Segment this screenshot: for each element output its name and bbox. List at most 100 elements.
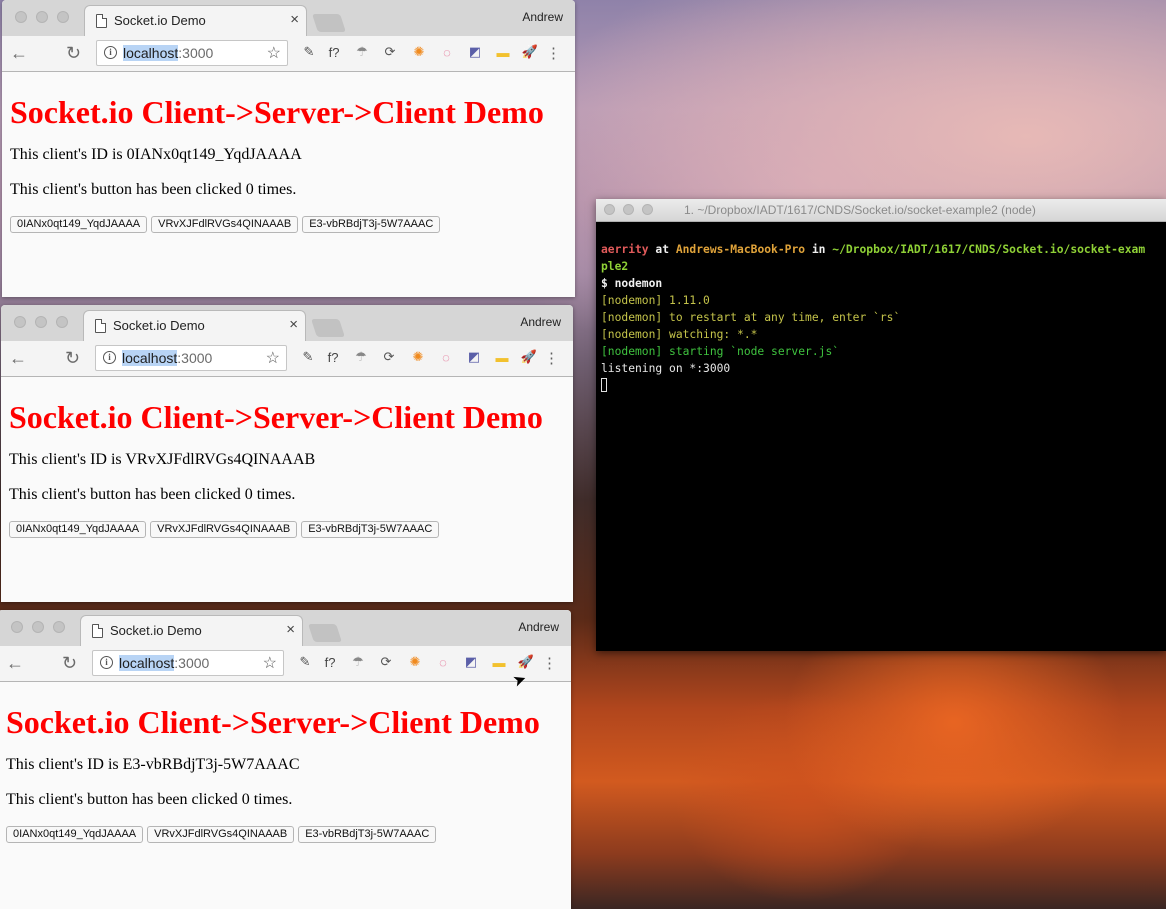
eyedropper-icon[interactable]: ✎ [297, 654, 313, 670]
client-button-2[interactable]: VRvXJFdlRVGs4QINAAAB [150, 521, 298, 538]
client-button-3[interactable]: E3-vbRBdjT3j-5W7AAAC [301, 521, 440, 538]
maximize-window-button[interactable] [53, 621, 65, 633]
bookmark-star-icon[interactable]: ☆ [263, 653, 277, 673]
browser-tab[interactable]: Socket.io Demo × [80, 615, 303, 646]
profile-name[interactable]: Andrew [522, 10, 563, 24]
click-count-text: This client's button has been clicked 0 … [6, 791, 293, 808]
page-heading: Socket.io Client->Server->Client Demo [9, 399, 543, 435]
reload-icon[interactable]: ↻ [66, 42, 81, 64]
orange-circle-icon[interactable]: ✺ [410, 349, 426, 365]
sync-icon[interactable]: ⟳ [382, 44, 398, 60]
reload-icon[interactable]: ↻ [65, 347, 80, 369]
reeder-icon[interactable]: ☂ [353, 349, 369, 365]
nodemon-restart-line: [nodemon] to restart at any time, enter … [601, 311, 901, 324]
client-button-3[interactable]: E3-vbRBdjT3j-5W7AAAC [298, 826, 437, 843]
reeder-icon[interactable]: ☂ [354, 44, 370, 60]
orange-circle-icon[interactable]: ✺ [407, 654, 423, 670]
bookmark-star-icon[interactable]: ☆ [266, 348, 280, 368]
browser-tab[interactable]: Socket.io Demo × [83, 310, 306, 341]
menu-icon[interactable]: ⋮ [542, 654, 557, 672]
close-window-button[interactable] [11, 621, 23, 633]
sync-icon[interactable]: ⟳ [381, 349, 397, 365]
diagonal-icon[interactable]: ◩ [467, 44, 483, 60]
client-button-1[interactable]: 0IANx0qt149_YqdJAAAA [9, 521, 147, 538]
new-tab-button[interactable] [312, 14, 346, 32]
tab-close-icon[interactable]: × [289, 316, 298, 333]
terminal-close-button[interactable] [604, 204, 615, 215]
sync-icon[interactable]: ⟳ [378, 654, 394, 670]
rocket-icon[interactable]: 🚀 [521, 349, 537, 365]
bookmark-star-icon[interactable]: ☆ [267, 43, 281, 63]
color-wheel-icon[interactable]: ◌ [439, 44, 455, 60]
client-id-text: This client's ID is VRvXJFdlRVGs4QINAAAB [9, 451, 573, 469]
profile-name[interactable]: Andrew [518, 620, 559, 634]
orange-circle-icon[interactable]: ✺ [411, 44, 427, 60]
client-button-row: 0IANx0qt149_YqdJAAAA VRvXJFdlRVGs4QINAAA… [9, 521, 573, 538]
back-icon[interactable]: ← [10, 42, 28, 64]
client-button-1[interactable]: 0IANx0qt149_YqdJAAAA [6, 826, 144, 843]
diagonal-icon[interactable]: ◩ [466, 349, 482, 365]
maximize-window-button[interactable] [56, 316, 68, 328]
prompt-path-wrap: ple2 [601, 260, 629, 273]
address-bar[interactable]: i localhost:3000 ☆ [92, 650, 284, 676]
minimize-window-button[interactable] [32, 621, 44, 633]
menu-icon[interactable]: ⋮ [544, 349, 559, 367]
diagonal-icon[interactable]: ◩ [463, 654, 479, 670]
page-heading: Socket.io Client->Server->Client Demo [10, 94, 544, 130]
url-text[interactable]: localhost:3000 [119, 655, 209, 671]
browser-tab[interactable]: Socket.io Demo × [84, 5, 307, 36]
url-port: :3000 [177, 350, 213, 366]
function-icon[interactable]: f? [326, 44, 342, 60]
url-text[interactable]: localhost:3000 [122, 350, 212, 366]
minimize-window-button[interactable] [35, 316, 47, 328]
address-bar[interactable]: i localhost:3000 ☆ [95, 345, 287, 371]
info-icon[interactable]: i [100, 656, 113, 669]
rocket-icon[interactable]: 🚀 [518, 654, 534, 670]
url-host: localhost [122, 350, 178, 366]
new-tab-button[interactable] [308, 624, 342, 642]
close-window-button[interactable] [15, 11, 27, 23]
color-wheel-icon[interactable]: ◌ [435, 654, 451, 670]
menu-icon[interactable]: ⋮ [546, 44, 561, 62]
page-heading: Socket.io Client->Server->Client Demo [6, 704, 540, 740]
tab-close-icon[interactable]: × [290, 11, 299, 28]
terminal-window[interactable]: 1. ~/Dropbox/IADT/1617/CNDS/Socket.io/so… [596, 199, 1166, 651]
client-button-row: 0IANx0qt149_YqdJAAAA VRvXJFdlRVGs4QINAAA… [10, 216, 575, 233]
eyedropper-icon[interactable]: ✎ [301, 44, 317, 60]
new-tab-button[interactable] [311, 319, 345, 337]
minimize-window-button[interactable] [36, 11, 48, 23]
reload-icon[interactable]: ↻ [62, 652, 77, 674]
client-button-2[interactable]: VRvXJFdlRVGs4QINAAAB [147, 826, 295, 843]
eyedropper-icon[interactable]: ✎ [300, 349, 316, 365]
tab-close-icon[interactable]: × [286, 621, 295, 638]
page-icon [96, 14, 107, 28]
profile-name[interactable]: Andrew [520, 315, 561, 329]
info-icon[interactable]: i [103, 351, 116, 364]
url-text[interactable]: localhost:3000 [123, 45, 213, 61]
window-controls [11, 621, 65, 633]
client-button-3[interactable]: E3-vbRBdjT3j-5W7AAAC [302, 216, 441, 233]
terminal-minimize-button[interactable] [623, 204, 634, 215]
yellow-box-icon[interactable]: ▬ [494, 349, 510, 365]
address-bar[interactable]: i localhost:3000 ☆ [96, 40, 288, 66]
maximize-window-button[interactable] [57, 11, 69, 23]
yellow-box-icon[interactable]: ▬ [495, 44, 511, 60]
terminal-maximize-button[interactable] [642, 204, 653, 215]
tab-title: Socket.io Demo [114, 13, 206, 28]
browser-toolbar: ← ↻ i localhost:3000 ☆ ✎ f? ☂ ⟳ ✺ ◌ ◩ ▬ 🚀 ⋮ [0, 646, 571, 682]
close-window-button[interactable] [14, 316, 26, 328]
function-icon[interactable]: f? [325, 349, 341, 365]
color-wheel-icon[interactable]: ◌ [438, 349, 454, 365]
nodemon-watching-line: [nodemon] watching: *.* [601, 328, 758, 341]
client-button-2[interactable]: VRvXJFdlRVGs4QINAAAB [151, 216, 299, 233]
rocket-icon[interactable]: 🚀 [522, 44, 538, 60]
info-icon[interactable]: i [104, 46, 117, 59]
yellow-box-icon[interactable]: ▬ [491, 654, 507, 670]
click-count-text: This client's button has been clicked 0 … [9, 486, 296, 503]
back-icon[interactable]: ← [9, 347, 27, 369]
reeder-icon[interactable]: ☂ [350, 654, 366, 670]
function-icon[interactable]: f? [322, 654, 338, 670]
client-id-label: This client's ID is [9, 451, 126, 468]
back-icon[interactable]: ← [6, 652, 24, 674]
client-button-1[interactable]: 0IANx0qt149_YqdJAAAA [10, 216, 148, 233]
